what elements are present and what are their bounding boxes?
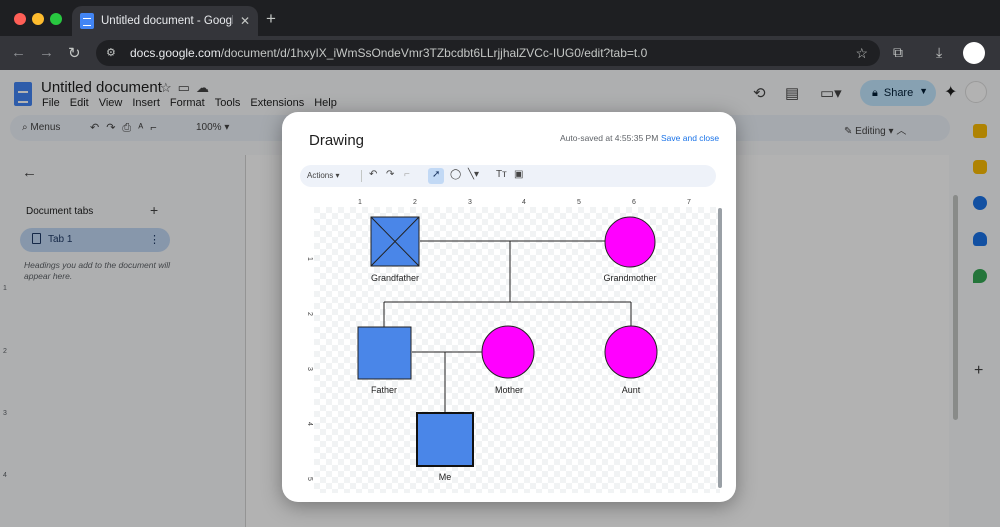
save-and-close-button[interactable]: Save and close — [661, 133, 719, 143]
aunt-label[interactable]: Aunt — [622, 385, 641, 395]
url-text: docs.google.com/document/d/1hxyIX_iWmSsO… — [130, 46, 648, 60]
me-node[interactable] — [416, 412, 474, 467]
ruler-top-7: 7 — [687, 199, 691, 206]
ruler-top-1: 1 — [358, 199, 362, 206]
ruler-side-4: 4 — [306, 422, 313, 426]
me-label[interactable]: Me — [439, 472, 452, 482]
tab-title: Untitled document - Google Docs — [101, 15, 233, 27]
reload-icon[interactable]: ↻ — [68, 44, 81, 62]
download-icon[interactable]: ⤓ — [936, 44, 942, 61]
site-info-icon[interactable]: ⚙ — [106, 46, 120, 60]
close-window-button[interactable] — [14, 13, 26, 25]
toolbar-divider — [361, 170, 362, 182]
shape-tool-icon[interactable]: ◯ — [450, 169, 461, 180]
drawing-dialog: Drawing Auto-saved at 4:55:35 PM Save an… — [282, 112, 736, 502]
back-icon[interactable]: ← — [11, 44, 26, 61]
father-node[interactable] — [357, 326, 412, 380]
new-tab-button[interactable]: + — [266, 9, 276, 29]
side-ruler — [302, 195, 314, 493]
ruler-side-1: 1 — [306, 257, 313, 261]
aunt-node[interactable] — [604, 325, 658, 379]
docs-favicon-icon — [80, 13, 94, 29]
tab-search-icon[interactable]: ⧉ — [893, 44, 903, 61]
ruler-top-6: 6 — [632, 199, 636, 206]
ruler-side-2: 2 — [306, 312, 313, 316]
ruler-side-5: 5 — [306, 477, 313, 481]
address-bar[interactable]: ⚙ docs.google.com/document/d/1hxyIX_iWmS… — [96, 40, 880, 66]
ruler-top-5: 5 — [577, 199, 581, 206]
line-tool-icon[interactable]: ╲▾ — [468, 169, 479, 180]
grandmother-node[interactable] — [604, 216, 656, 268]
actions-menu[interactable]: Actions ▾ — [307, 171, 339, 180]
canvas-svg[interactable]: 1 2 3 4 5 6 7 1 2 3 4 5 Grandfather Gran… — [302, 195, 720, 493]
browser-profile-avatar[interactable] — [963, 42, 985, 64]
image-icon[interactable]: ▣ — [514, 169, 523, 180]
redo-icon[interactable]: ↷ — [386, 169, 394, 180]
mother-label[interactable]: Mother — [495, 385, 523, 395]
grandfather-label[interactable]: Grandfather — [371, 273, 419, 283]
undo-icon[interactable]: ↶ — [369, 169, 377, 180]
canvas-scrollbar[interactable] — [718, 208, 722, 488]
grandfather-node[interactable] — [370, 216, 420, 267]
browser-titlebar: Untitled document - Google Docs ✕ + — [0, 0, 1000, 36]
dialog-title: Drawing — [309, 132, 365, 149]
browser-tab[interactable]: Untitled document - Google Docs ✕ — [72, 6, 258, 36]
ruler-top-3: 3 — [468, 199, 472, 206]
mother-node[interactable] — [481, 325, 535, 379]
zoom-window-button[interactable] — [50, 13, 62, 25]
close-tab-icon[interactable]: ✕ — [240, 14, 250, 28]
paint-format-icon[interactable]: ⌐ — [404, 169, 410, 180]
browser-toolbar: ← → ↻ ⚙ docs.google.com/document/d/1hxyI… — [0, 36, 1000, 70]
drawing-toolbar: Actions ▾ ↶ ↷ ⌐ ➚ ◯ ╲▾ Tт ▣ — [300, 165, 716, 187]
ruler-top-2: 2 — [413, 199, 417, 206]
autosave-status: Auto-saved at 4:55:35 PM — [560, 133, 659, 143]
father-label[interactable]: Father — [371, 385, 397, 395]
ruler-side-3: 3 — [306, 367, 313, 371]
minimize-window-button[interactable] — [32, 13, 44, 25]
grandmother-label[interactable]: Grandmother — [603, 273, 656, 283]
select-tool-icon[interactable]: ➚ — [432, 169, 440, 180]
ruler-top-4: 4 — [522, 199, 526, 206]
top-ruler — [302, 195, 720, 207]
text-box-icon[interactable]: Tт — [496, 169, 507, 180]
forward-icon[interactable]: → — [39, 44, 54, 61]
drawing-canvas[interactable]: 1 2 3 4 5 6 7 1 2 3 4 5 Grandfather Gran… — [302, 195, 720, 493]
bookmark-star-icon[interactable]: ☆ — [855, 45, 868, 62]
